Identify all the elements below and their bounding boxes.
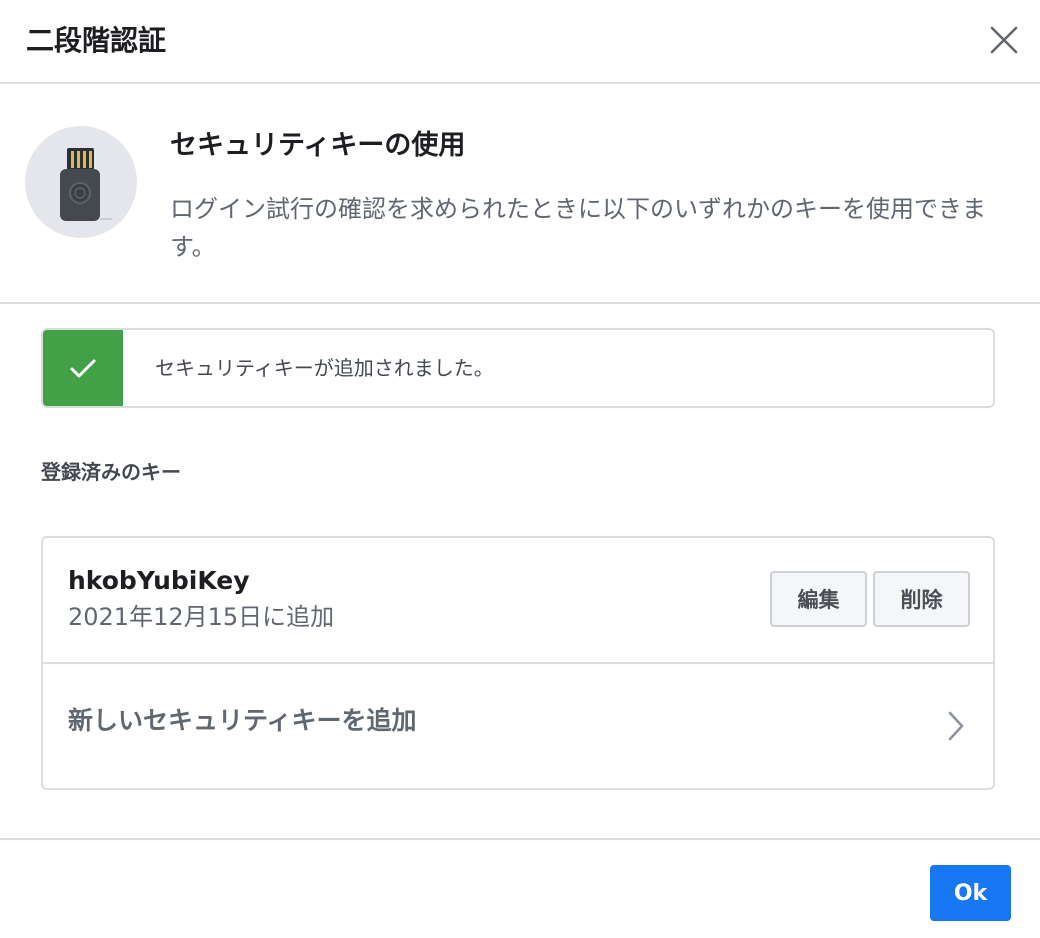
success-banner: セキュリティキーが追加されました。: [41, 328, 995, 408]
dialog-header: 二段階認証: [0, 0, 1040, 84]
success-message: セキュリティキーが追加されました。: [155, 356, 494, 380]
intro-description: ログイン試行の確認を求められたときに以下のいずれかのキーを使用できます。: [170, 195, 986, 261]
registered-keys-card: hkobYubiKey 2021年12月15日に追加 編集 削除 新しいセキュリ…: [41, 536, 995, 790]
delete-button[interactable]: 削除: [873, 571, 970, 627]
key-row: hkobYubiKey 2021年12月15日に追加 編集 削除: [43, 538, 993, 664]
edit-button[interactable]: 編集: [770, 571, 867, 627]
dialog-title: 二段階認証: [26, 24, 167, 57]
key-name: hkobYubiKey: [68, 566, 250, 595]
close-button[interactable]: [984, 20, 1024, 60]
chevron-right-icon: [948, 711, 964, 741]
add-security-key-row[interactable]: 新しいセキュリティキーを追加: [43, 664, 993, 788]
security-key-icon: [60, 148, 112, 221]
key-added-date: 2021年12月15日に追加: [68, 603, 335, 631]
ok-button[interactable]: Ok: [930, 865, 1011, 921]
two-factor-dialog: 二段階認証 セキュリティキーの使用 ログイン試行の確認を求められたときに以下のい…: [0, 0, 1040, 938]
add-security-key-label: 新しいセキュリティキーを追加: [68, 706, 417, 735]
registered-keys-label: 登録済みのキー: [41, 460, 181, 484]
security-key-illustration: [25, 126, 137, 238]
intro-title: セキュリティキーの使用: [170, 130, 466, 161]
intro-section: セキュリティキーの使用 ログイン試行の確認を求められたときに以下のいずれかのキー…: [0, 84, 1040, 304]
close-icon: [990, 26, 1018, 54]
dialog-footer: Ok: [0, 838, 1040, 938]
checkmark-icon: [70, 359, 96, 378]
success-icon-box: [43, 330, 123, 406]
